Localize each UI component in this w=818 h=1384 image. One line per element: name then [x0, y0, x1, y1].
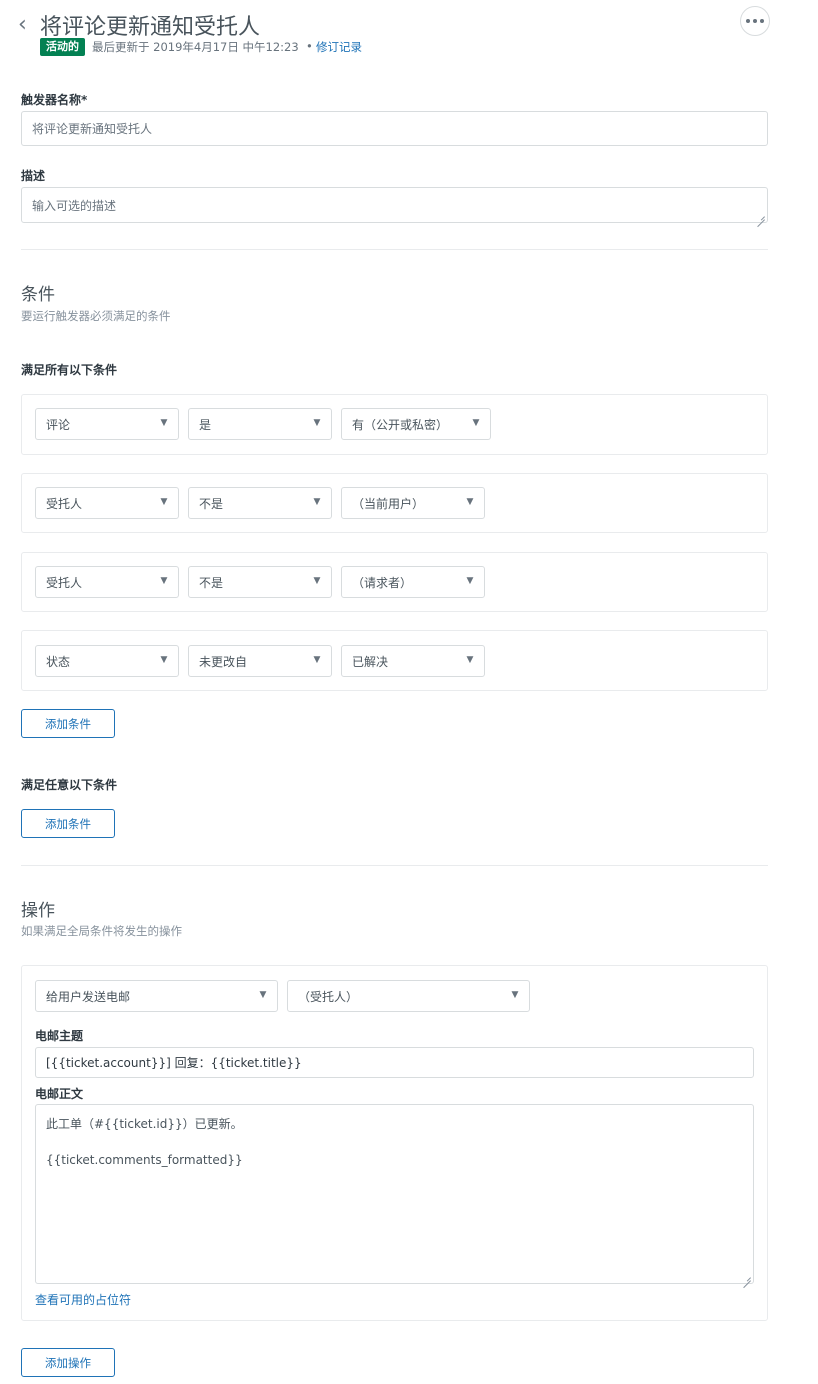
trigger-name-input[interactable]: 将评论更新通知受托人 — [21, 111, 768, 146]
add-condition-all-button[interactable]: 添加条件 — [21, 709, 115, 738]
condition-field-select[interactable]: 受托人 ▼ — [35, 566, 179, 598]
trigger-name-label: 触发器名称* — [21, 93, 88, 107]
action-recipient-select[interactable]: （受托人） ▼ — [287, 980, 530, 1012]
chevron-down-icon: ▼ — [160, 655, 168, 665]
select-value: （当前用户） — [352, 496, 425, 511]
condition-field-select[interactable]: 状态 ▼ — [35, 645, 179, 677]
email-body-line: 此工单（#{{ticket.id}}）已更新。 — [46, 1117, 243, 1131]
email-body-label: 电邮正文 — [35, 1087, 84, 1101]
email-subject-input[interactable]: [{{ticket.account}}] 回复：{{ticket.title}} — [35, 1047, 754, 1078]
chevron-down-icon: ▼ — [313, 655, 321, 665]
ellipsis-icon — [746, 19, 750, 23]
email-subject-label: 电邮主题 — [35, 1029, 84, 1043]
chevron-down-icon: ▼ — [160, 576, 168, 586]
conditions-description: 要运行触发器必须满足的条件 — [21, 309, 171, 323]
condition-value-select[interactable]: （当前用户） ▼ — [341, 487, 485, 519]
meta-separator: • — [306, 39, 313, 53]
select-value: 未更改自 — [199, 654, 248, 669]
action-row: 给用户发送电邮 ▼ （受托人） ▼ 电邮主题 [{{ticket.account… — [21, 965, 768, 1321]
resize-grip[interactable] — [757, 212, 767, 222]
select-value: 是 — [199, 417, 212, 432]
select-value: 状态 — [46, 654, 71, 669]
section-divider — [21, 865, 768, 866]
select-value: 受托人 — [46, 496, 83, 511]
select-value: 已解决 — [352, 654, 389, 669]
chevron-down-icon: ▼ — [259, 990, 267, 1000]
any-conditions-label: 满足任意以下条件 — [21, 778, 118, 792]
condition-row: 状态 ▼ 未更改自 ▼ 已解决 ▼ — [21, 630, 768, 691]
chevron-down-icon: ▼ — [472, 418, 480, 428]
section-divider — [21, 249, 768, 250]
description-textarea[interactable]: 输入可选的描述 — [21, 187, 768, 223]
view-placeholders-link[interactable]: 查看可用的占位符 — [35, 1291, 131, 1308]
chevron-down-icon: ▼ — [160, 418, 168, 428]
condition-operator-select[interactable]: 未更改自 ▼ — [188, 645, 332, 677]
more-options-button[interactable] — [740, 6, 770, 36]
action-type-select[interactable]: 给用户发送电邮 ▼ — [35, 980, 278, 1012]
back-chevron-icon[interactable]: ‹ — [18, 14, 32, 36]
condition-value-select[interactable]: 已解决 ▼ — [341, 645, 485, 677]
select-value: 不是 — [199, 575, 224, 590]
last-updated-text: 最后更新于 2019年4月17日 中午12:23 — [92, 40, 299, 54]
chevron-down-icon: ▼ — [466, 576, 474, 586]
email-body-line: {{ticket.comments_formatted}} — [46, 1153, 243, 1167]
select-value: （受托人） — [298, 989, 359, 1004]
add-condition-any-button[interactable]: 添加条件 — [21, 809, 115, 838]
select-value: 受托人 — [46, 575, 83, 590]
select-value: 不是 — [199, 496, 224, 511]
actions-title: 操作 — [21, 901, 55, 921]
select-value: （请求者） — [352, 575, 413, 590]
condition-operator-select[interactable]: 不是 ▼ — [188, 487, 332, 519]
status-badge: 活动的 — [40, 38, 85, 56]
add-action-button[interactable]: 添加操作 — [21, 1348, 115, 1377]
condition-operator-select[interactable]: 是 ▼ — [188, 408, 332, 440]
condition-value-select[interactable]: （请求者） ▼ — [341, 566, 485, 598]
condition-row: 受托人 ▼ 不是 ▼ （请求者） ▼ — [21, 552, 768, 612]
all-conditions-label: 满足所有以下条件 — [21, 363, 118, 377]
chevron-down-icon: ▼ — [313, 576, 321, 586]
chevron-down-icon: ▼ — [466, 655, 474, 665]
condition-value-select[interactable]: 有（公开或私密） ▼ — [341, 408, 491, 440]
chevron-down-icon: ▼ — [511, 990, 519, 1000]
chevron-down-icon: ▼ — [160, 497, 168, 507]
email-body-textarea[interactable]: 此工单（#{{ticket.id}}）已更新。 {{ticket.comment… — [35, 1104, 754, 1284]
page-title: 将评论更新通知受托人 — [40, 15, 261, 40]
select-value: 给用户发送电邮 — [46, 989, 131, 1004]
description-label: 描述 — [21, 169, 46, 183]
chevron-down-icon: ▼ — [313, 497, 321, 507]
condition-row: 受托人 ▼ 不是 ▼ （当前用户） ▼ — [21, 473, 768, 533]
chevron-down-icon: ▼ — [313, 418, 321, 428]
select-value: 评论 — [46, 417, 71, 432]
chevron-down-icon: ▼ — [466, 497, 474, 507]
condition-operator-select[interactable]: 不是 ▼ — [188, 566, 332, 598]
select-value: 有（公开或私密） — [352, 417, 449, 432]
actions-description: 如果满足全局条件将发生的操作 — [21, 924, 182, 938]
resize-grip[interactable] — [743, 1273, 751, 1281]
condition-field-select[interactable]: 评论 ▼ — [35, 408, 179, 440]
condition-row: 评论 ▼ 是 ▼ 有（公开或私密） ▼ — [21, 394, 768, 455]
revision-history-link[interactable]: 修订记录 — [316, 39, 362, 55]
conditions-title: 条件 — [21, 285, 55, 305]
condition-field-select[interactable]: 受托人 ▼ — [35, 487, 179, 519]
